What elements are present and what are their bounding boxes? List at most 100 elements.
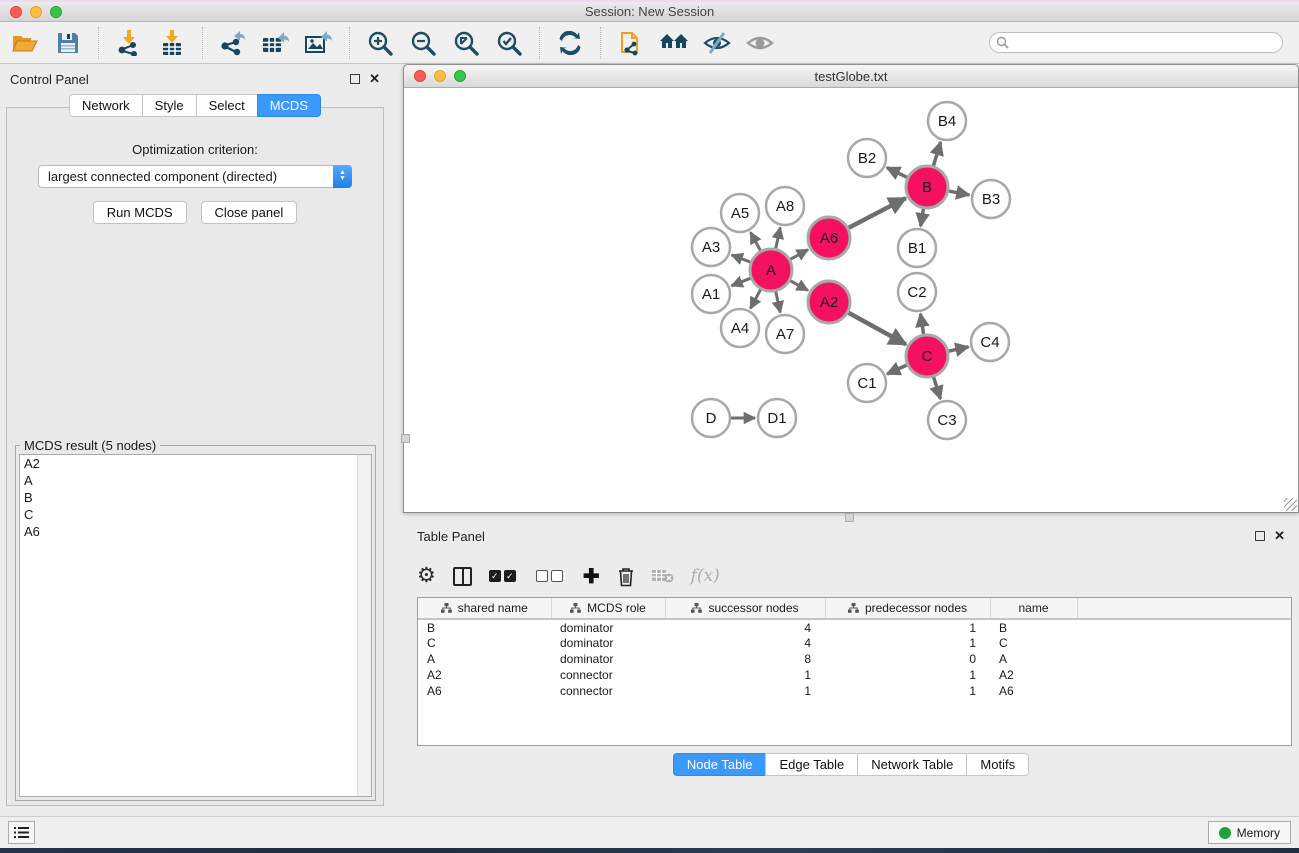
table-cell[interactable] xyxy=(1077,635,1291,651)
graph-edge[interactable] xyxy=(887,168,907,178)
graph-edge[interactable] xyxy=(949,191,970,195)
zoom-fit-icon[interactable] xyxy=(449,26,483,60)
vertical-split-handle[interactable] xyxy=(401,434,410,443)
table-cell[interactable]: dominator xyxy=(551,651,665,667)
network-window-titlebar[interactable]: testGlobe.txt xyxy=(404,65,1298,88)
graph-edge[interactable] xyxy=(887,365,907,374)
open-file-icon[interactable] xyxy=(8,26,42,60)
table-cell[interactable]: A6 xyxy=(418,683,551,699)
table-cell[interactable]: C xyxy=(990,635,1077,651)
zoom-out-icon[interactable] xyxy=(406,26,440,60)
delete-column-trash-icon[interactable] xyxy=(617,566,635,587)
graph-node-B3[interactable]: B3 xyxy=(972,180,1010,218)
mcds-result-list[interactable]: A2ABCA6 xyxy=(19,454,372,797)
table-cell[interactable]: dominator xyxy=(551,619,665,635)
graph-node-A7[interactable]: A7 xyxy=(766,315,804,353)
table-cell[interactable]: A6 xyxy=(990,683,1077,699)
unselect-all-columns-icon[interactable] xyxy=(536,570,566,582)
graph-edge[interactable] xyxy=(731,278,750,286)
table-cell[interactable]: 1 xyxy=(665,667,825,683)
table-row[interactable]: Bdominator41B xyxy=(418,619,1291,635)
table-row[interactable]: A2connector11A2 xyxy=(418,667,1291,683)
graph-edge[interactable] xyxy=(750,289,760,308)
select-all-columns-icon[interactable]: ✓✓ xyxy=(489,570,519,582)
hide-selected-icon[interactable] xyxy=(700,26,734,60)
window-resize-grip[interactable] xyxy=(1284,498,1297,511)
table-cell[interactable]: connector xyxy=(551,683,665,699)
refresh-icon[interactable] xyxy=(553,26,587,60)
graph-node-C2[interactable]: C2 xyxy=(898,273,936,311)
graph-node-D[interactable]: D xyxy=(692,399,730,437)
table-row[interactable]: A6connector11A6 xyxy=(418,683,1291,699)
graph-edge[interactable] xyxy=(849,198,906,228)
export-image-icon[interactable] xyxy=(302,26,336,60)
mcds-result-item[interactable]: A6 xyxy=(20,523,371,540)
export-table-icon[interactable] xyxy=(259,26,293,60)
tab-network[interactable]: Network xyxy=(69,94,142,117)
graph-node-C3[interactable]: C3 xyxy=(928,401,966,439)
mcds-result-item[interactable]: A xyxy=(20,472,371,489)
graph-edge[interactable] xyxy=(732,255,751,262)
show-all-icon[interactable] xyxy=(743,26,777,60)
mcds-result-item[interactable]: B xyxy=(20,489,371,506)
add-column-icon[interactable]: ✚ xyxy=(583,564,600,589)
save-session-icon[interactable] xyxy=(51,26,85,60)
memory-button[interactable]: Memory xyxy=(1208,821,1291,844)
tab-network-table[interactable]: Network Table xyxy=(857,753,966,776)
table-cell[interactable]: dominator xyxy=(551,635,665,651)
table-cell[interactable] xyxy=(1077,651,1291,667)
column-header-shared-name[interactable]: shared name xyxy=(418,598,551,619)
table-cell[interactable]: B xyxy=(418,619,551,635)
graph-node-C4[interactable]: C4 xyxy=(971,323,1009,361)
new-network-from-selection-icon[interactable] xyxy=(614,26,648,60)
column-panel-icon[interactable] xyxy=(453,567,472,586)
mcds-list-scrollbar[interactable] xyxy=(357,455,371,796)
graph-node-B4[interactable]: B4 xyxy=(928,102,966,140)
table-cell[interactable]: 1 xyxy=(825,635,990,651)
table-cell[interactable] xyxy=(1077,683,1291,699)
table-cell[interactable]: A2 xyxy=(990,667,1077,683)
close-table-panel-icon[interactable]: ✕ xyxy=(1274,531,1285,541)
table-cell[interactable]: A xyxy=(990,651,1077,667)
table-cell[interactable]: connector xyxy=(551,667,665,683)
zoom-selected-icon[interactable] xyxy=(492,26,526,60)
graph-node-A8[interactable]: A8 xyxy=(766,187,804,225)
horizontal-split-handle[interactable] xyxy=(845,513,854,522)
close-panel-button[interactable]: Close panel xyxy=(201,201,298,224)
graph-node-C[interactable]: C xyxy=(906,335,948,377)
mcds-result-item[interactable]: C xyxy=(20,506,371,523)
table-cell[interactable]: 1 xyxy=(825,683,990,699)
graph-edge[interactable] xyxy=(921,209,924,227)
graph-node-A1[interactable]: A1 xyxy=(692,275,730,313)
graph-edge[interactable] xyxy=(934,377,941,399)
graph-edge[interactable] xyxy=(790,281,808,291)
graph-node-C1[interactable]: C1 xyxy=(848,364,886,402)
mcds-result-item[interactable]: A2 xyxy=(20,455,371,472)
column-header-successor-nodes[interactable]: successor nodes xyxy=(665,598,825,619)
run-mcds-button[interactable]: Run MCDS xyxy=(93,201,187,224)
criterion-dropdown[interactable]: largest connected component (directed) ▲… xyxy=(38,165,352,188)
column-header-predecessor-nodes[interactable]: predecessor nodes xyxy=(825,598,990,619)
tab-motifs[interactable]: Motifs xyxy=(966,753,1029,776)
graph-edge[interactable] xyxy=(776,227,781,248)
column-header-mcds-role[interactable]: MCDS role xyxy=(551,598,665,619)
table-cell[interactable]: 1 xyxy=(825,667,990,683)
graph-edge[interactable] xyxy=(948,347,968,351)
graph-node-B1[interactable]: B1 xyxy=(898,229,936,267)
graph-edge[interactable] xyxy=(920,314,923,335)
table-cell[interactable] xyxy=(1077,619,1291,635)
table-row[interactable]: Adominator80A xyxy=(418,651,1291,667)
graph-node-A2[interactable]: A2 xyxy=(808,281,850,323)
tab-edge-table[interactable]: Edge Table xyxy=(765,753,857,776)
table-cell[interactable]: A2 xyxy=(418,667,551,683)
export-network-icon[interactable] xyxy=(216,26,250,60)
search-input[interactable] xyxy=(989,32,1283,53)
table-cell[interactable] xyxy=(1077,667,1291,683)
graph-edge[interactable] xyxy=(751,232,761,250)
graph-edge[interactable] xyxy=(848,313,906,345)
import-table-icon[interactable] xyxy=(155,26,189,60)
table-cell[interactable]: 1 xyxy=(665,683,825,699)
float-table-panel-icon[interactable] xyxy=(1255,531,1265,541)
float-panel-icon[interactable] xyxy=(350,74,360,84)
table-cell[interactable]: B xyxy=(990,619,1077,635)
